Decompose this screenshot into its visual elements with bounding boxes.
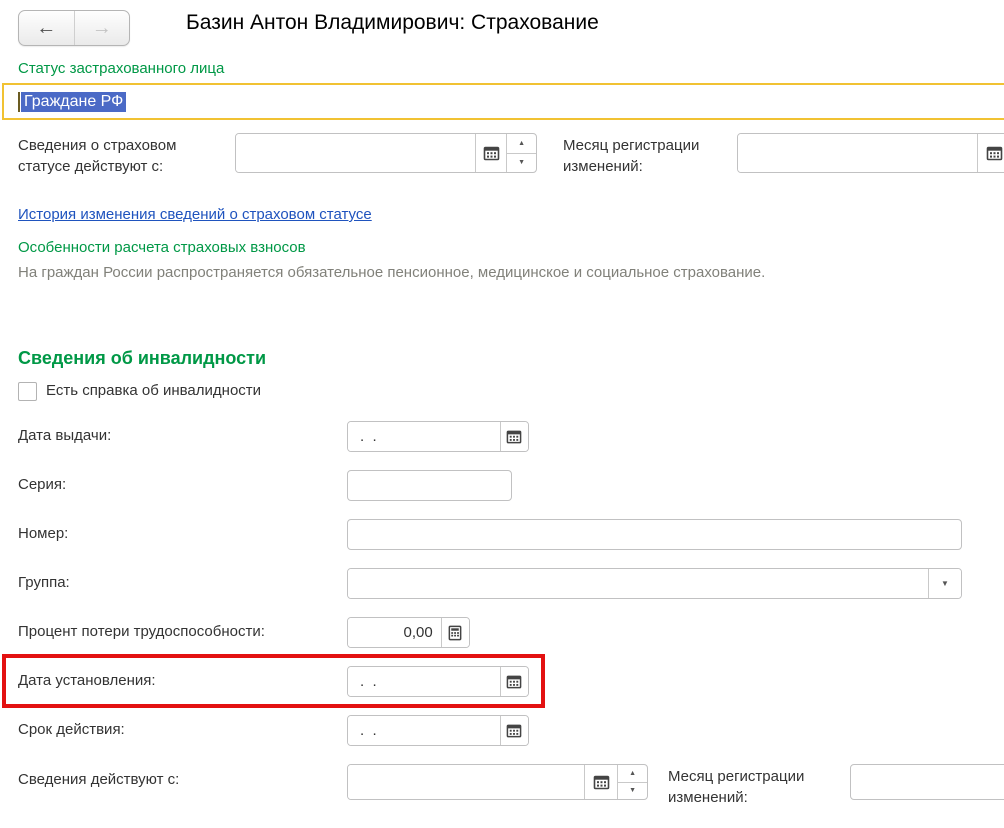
- history-link[interactable]: История изменения сведений о страховом с…: [18, 206, 372, 223]
- date-spinner: ▲ ▼: [506, 134, 536, 172]
- text-caret: [18, 92, 20, 112]
- insurance-form: ← → Базин Антон Владимирович: Страховани…: [0, 0, 1004, 828]
- issue-date-input[interactable]: [348, 422, 500, 451]
- status-selected-value: Граждане РФ: [21, 92, 126, 112]
- calculator-icon: [447, 625, 463, 641]
- spinner-up-button[interactable]: ▲: [507, 134, 536, 153]
- date-spinner: ▲ ▼: [617, 765, 647, 799]
- calendar-button[interactable]: [500, 667, 528, 696]
- triangle-down-icon: ▼: [629, 787, 636, 794]
- calendar-button[interactable]: [500, 716, 528, 745]
- triangle-up-icon: ▲: [629, 770, 636, 777]
- loss-percent-input[interactable]: [348, 618, 441, 647]
- chevron-down-icon: ▼: [941, 579, 949, 588]
- loss-percent-label: Процент потери трудоспособности:: [18, 623, 265, 640]
- calendar-button[interactable]: [584, 765, 617, 799]
- triangle-down-icon: ▼: [518, 159, 525, 166]
- contribution-note-title: Особенности расчета страховых взносов: [18, 239, 306, 256]
- number-input[interactable]: [347, 519, 962, 550]
- valid-until-group: [347, 715, 529, 746]
- spinner-down-button[interactable]: ▼: [507, 153, 536, 173]
- forward-arrow-icon: →: [92, 18, 112, 38]
- calculator-button[interactable]: [441, 618, 469, 647]
- disability-section-title: Сведения об инвалидности: [18, 348, 266, 369]
- series-label: Серия:: [18, 476, 66, 493]
- forward-button[interactable]: →: [74, 11, 130, 45]
- establish-date-label: Дата установления:: [18, 672, 156, 689]
- status-month-reg-label: Месяц регистрации изменений:: [563, 135, 718, 177]
- calendar-button[interactable]: [475, 134, 506, 172]
- group-combobox: ▼: [347, 568, 962, 599]
- valid-until-label: Срок действия:: [18, 721, 125, 738]
- disability-month-reg-input[interactable]: [850, 764, 1004, 800]
- group-input[interactable]: [348, 569, 928, 598]
- calendar-button[interactable]: [500, 422, 528, 451]
- status-input[interactable]: Граждане РФ: [2, 83, 1004, 120]
- disability-month-reg-label: Месяц регистрации изменений:: [668, 766, 828, 808]
- calendar-icon: [986, 145, 1003, 162]
- spinner-up-button[interactable]: ▲: [618, 765, 647, 782]
- disability-checkbox[interactable]: [18, 382, 37, 401]
- calendar-icon: [593, 774, 610, 791]
- calendar-icon: [506, 429, 522, 445]
- number-label: Номер:: [18, 525, 68, 542]
- triangle-up-icon: ▲: [518, 140, 525, 147]
- establish-date-input[interactable]: [348, 667, 500, 696]
- status-month-reg-group: [737, 133, 1004, 173]
- issue-date-group: [347, 421, 529, 452]
- calendar-icon: [483, 145, 500, 162]
- status-month-reg-input[interactable]: [738, 134, 977, 172]
- calendar-icon: [506, 723, 522, 739]
- calendar-icon: [506, 674, 522, 690]
- valid-until-input[interactable]: [348, 716, 500, 745]
- status-label: Статус застрахованного лица: [18, 60, 224, 77]
- valid-from-group: ▲ ▼: [347, 764, 648, 800]
- page-title: Базин Антон Владимирович: Страхование: [186, 11, 599, 35]
- status-valid-from-input[interactable]: [236, 134, 475, 172]
- history-nav-buttons: ← →: [18, 10, 130, 46]
- disability-checkbox-label: Есть справка об инвалидности: [46, 382, 261, 399]
- status-valid-from-group: ▲ ▼: [235, 133, 537, 173]
- status-valid-from-label: Сведения о страховом статусе действуют с…: [18, 135, 203, 177]
- spinner-down-button[interactable]: ▼: [618, 782, 647, 800]
- loss-percent-group: [347, 617, 470, 648]
- series-input[interactable]: [347, 470, 512, 501]
- back-button[interactable]: ←: [19, 11, 74, 45]
- group-label: Группа:: [18, 574, 70, 591]
- valid-from-label: Сведения действуют с:: [18, 771, 179, 788]
- establish-date-group: [347, 666, 529, 697]
- calendar-button[interactable]: [977, 134, 1004, 172]
- group-dropdown-button[interactable]: ▼: [928, 569, 961, 598]
- issue-date-label: Дата выдачи:: [18, 427, 111, 444]
- valid-from-input[interactable]: [348, 765, 584, 799]
- back-arrow-icon: ←: [36, 18, 56, 38]
- contribution-note-body: На граждан России распространяется обяза…: [18, 264, 765, 281]
